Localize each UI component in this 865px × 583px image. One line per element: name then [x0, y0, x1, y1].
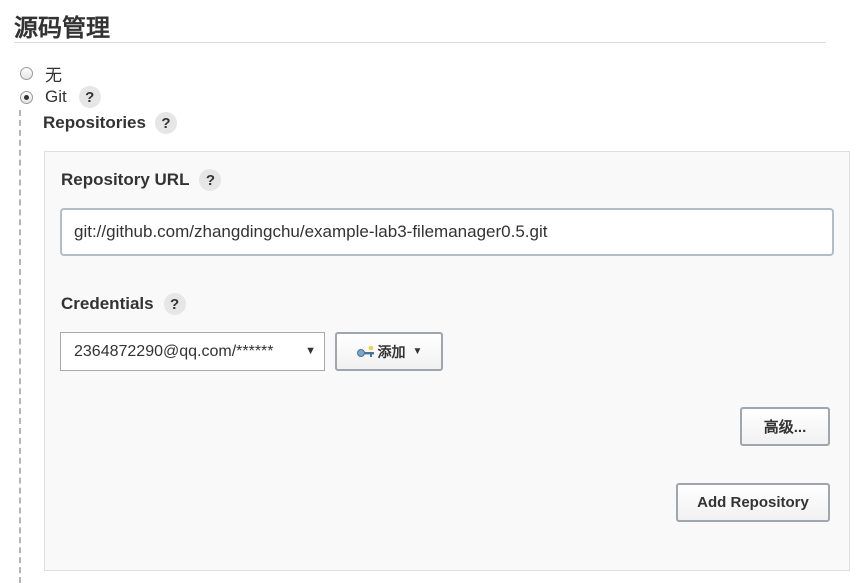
- repositories-label: Repositories: [43, 113, 146, 132]
- credentials-header: Credentials ?: [61, 293, 186, 315]
- credentials-select[interactable]: 2364872290@qq.com/****** ▼: [60, 332, 325, 371]
- scm-option-none-label: 无: [45, 66, 62, 85]
- repository-url-help-icon[interactable]: ?: [199, 169, 222, 191]
- section-title: 源码管理: [14, 14, 110, 42]
- repository-url-label: Repository URL: [61, 170, 190, 189]
- radio-git[interactable]: [20, 90, 33, 104]
- repository-url-header: Repository URL ?: [61, 169, 222, 191]
- advanced-button[interactable]: 高级...: [740, 407, 830, 446]
- add-credentials-button[interactable]: 添加 ▼: [335, 332, 443, 371]
- scm-option-git-label: Git: [45, 87, 67, 106]
- scm-section: 源码管理 无 Git ? Repositories ? Repository U…: [0, 0, 865, 583]
- git-section-indent-line: [19, 110, 21, 583]
- add-credentials-label: 添加: [377, 343, 406, 360]
- caret-down-icon: ▼: [412, 346, 423, 357]
- credentials-label: Credentials: [61, 294, 154, 313]
- select-arrow-icon: ▼: [305, 345, 316, 357]
- repository-url-input[interactable]: [60, 208, 834, 256]
- scm-option-none[interactable]: 无: [20, 61, 62, 86]
- scm-option-git[interactable]: Git ?: [20, 86, 101, 108]
- radio-none[interactable]: [20, 67, 33, 80]
- credentials-selected-value: 2364872290@qq.com/******: [74, 342, 274, 360]
- git-help-icon[interactable]: ?: [78, 86, 101, 108]
- repositories-header: Repositories ?: [43, 112, 177, 134]
- add-repository-button[interactable]: Add Repository: [676, 483, 830, 522]
- key-icon: [356, 345, 376, 359]
- credentials-help-icon[interactable]: ?: [163, 293, 186, 315]
- repositories-help-icon[interactable]: ?: [154, 112, 177, 134]
- section-divider: [14, 42, 826, 43]
